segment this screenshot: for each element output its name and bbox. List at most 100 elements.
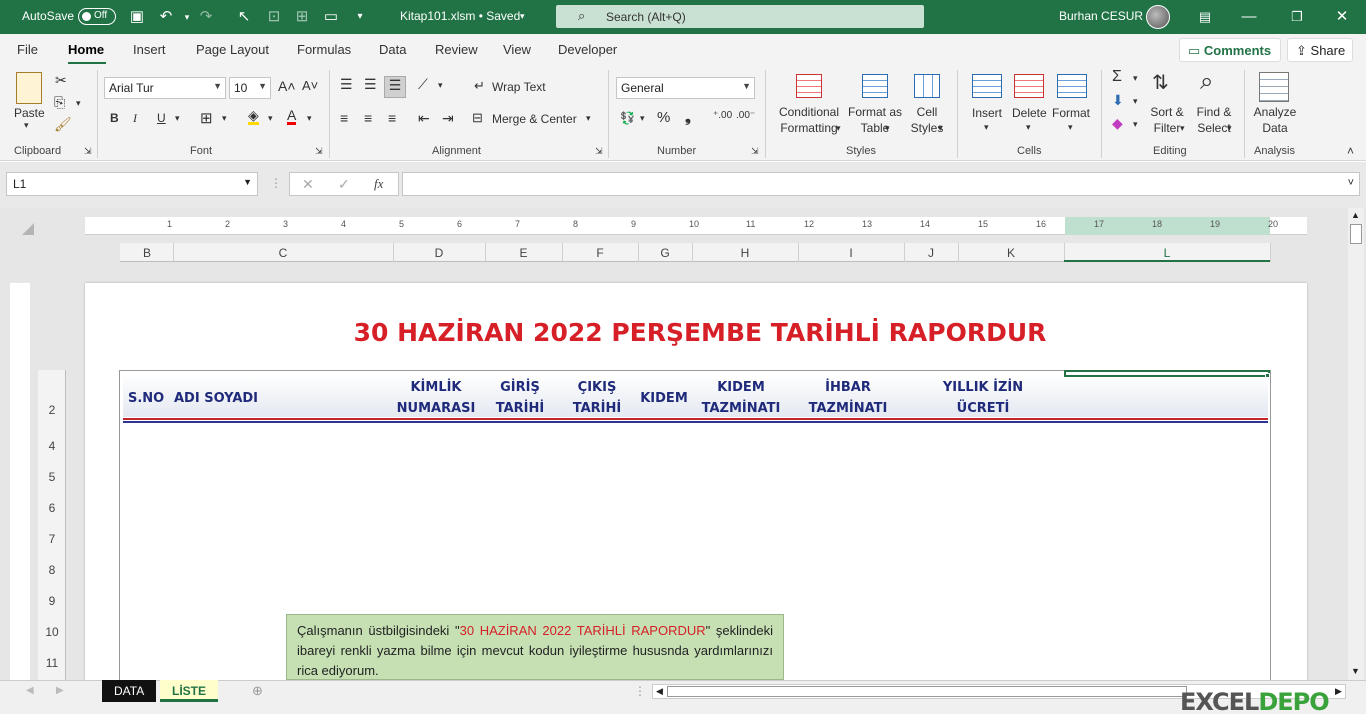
analyze-data-icon[interactable] [1259,72,1289,102]
clear-dropdown-icon[interactable]: ▾ [1133,119,1138,130]
insert-dropdown-icon[interactable]: ▾ [984,122,989,133]
borders-dropdown-icon[interactable]: ▾ [222,113,227,124]
merge-center-button[interactable]: Merge & Center [492,112,577,126]
row-header[interactable]: 4 [38,439,66,453]
search-box[interactable]: ⌕ Search (Alt+Q) [556,5,924,28]
align-right-icon[interactable]: ≡ [388,110,396,126]
close-icon[interactable]: ✕ [1333,8,1351,26]
sheet-tab-data[interactable]: DATA [102,680,157,702]
format-as-table-icon[interactable] [862,74,888,98]
column-header[interactable]: B [121,246,173,260]
tab-data[interactable]: Data [379,42,406,57]
paste-label[interactable]: Paste [14,106,45,120]
conditional-formatting-icon[interactable] [796,74,822,98]
font-launcher-icon[interactable]: ⇲ [315,146,323,157]
italic-button[interactable]: I [133,111,137,126]
clear-icon[interactable]: ◆ [1112,115,1123,132]
clipboard-launcher-icon[interactable]: ⇲ [84,146,92,157]
paste-icon[interactable] [16,72,42,104]
delete-cells-icon[interactable] [1014,74,1044,98]
select-all-icon[interactable] [22,223,34,235]
tab-developer[interactable]: Developer [558,42,617,57]
accounting-format-icon[interactable]: 💱 [620,111,635,125]
format-cells-icon[interactable] [1057,74,1087,98]
expand-formula-icon[interactable]: ˅ [1348,177,1354,189]
header-id-number[interactable]: KİMLİK NUMARASI [393,377,479,419]
row-header[interactable]: 5 [38,470,66,484]
confirm-entry-icon[interactable]: ✓ [338,176,350,193]
name-box[interactable]: L1 ▼ [6,172,258,196]
percent-icon[interactable]: % [657,109,670,126]
column-separator[interactable] [1270,243,1271,262]
tab-page-layout[interactable]: Page Layout [196,42,269,57]
horizontal-scroll-thumb[interactable] [667,686,1187,697]
column-header[interactable]: C [173,246,393,260]
accounting-dropdown-icon[interactable]: ▾ [640,113,645,124]
minimize-icon[interactable]: — [1240,8,1258,26]
save-icon[interactable]: ▣ [128,8,146,26]
new-sheet-icon[interactable]: ⊕ [252,683,263,699]
alignment-launcher-icon[interactable]: ⇲ [595,146,603,157]
copy-icon[interactable]: ⎘ [54,94,65,111]
restore-icon[interactable]: ❐ [1288,8,1306,26]
underline-button[interactable]: U [157,111,166,125]
next-sheet-icon[interactable]: ▶ [56,685,64,696]
group-icon[interactable]: ⊡ [265,8,283,26]
cancel-entry-icon[interactable]: ✕ [302,176,314,193]
row-header[interactable]: 8 [38,563,66,577]
align-center-icon[interactable]: ≡ [364,110,372,126]
column-header[interactable]: F [562,246,638,260]
delete-dropdown-icon[interactable]: ▾ [1026,122,1031,133]
vertical-scrollbar[interactable]: ▲ ▼ [1348,208,1364,680]
autosum-dropdown-icon[interactable]: ▾ [1133,73,1138,84]
vertical-scroll-thumb[interactable] [1350,224,1362,244]
find-select-icon[interactable]: ⌕ [1200,68,1213,96]
fill-dropdown-icon[interactable]: ▾ [1133,96,1138,107]
file-name[interactable]: Kitap101.xlsm • Saved [400,9,520,23]
decrease-decimal-icon[interactable]: .00⁻ [736,110,755,121]
number-format-select[interactable]: General ▼ [616,77,755,99]
column-header[interactable]: K [958,246,1064,260]
sort-dropdown-icon[interactable]: ▾ [1180,123,1185,134]
scroll-right-icon[interactable]: ▶ [1335,686,1342,697]
font-size-select[interactable]: 10 ▼ [229,77,271,99]
user-name[interactable]: Burhan CESUR [1059,9,1143,23]
analyze-data-button[interactable]: Analyze Data [1250,104,1300,136]
column-header[interactable]: E [485,246,562,260]
header-start-date[interactable]: GİRİŞ TARİHİ [489,377,551,419]
filename-dropdown-icon[interactable]: ▾ [520,11,525,22]
prev-sheet-icon[interactable]: ◀ [26,685,34,696]
question-note-shape[interactable]: Çalışmanın üstbilgisindeki "30 HAZİRAN 2… [286,614,784,680]
increase-indent-icon[interactable]: ⇥ [442,110,454,127]
column-header[interactable]: I [798,246,904,260]
font-name-select[interactable]: Arial Tur ▼ [104,77,226,99]
fill-icon[interactable]: ⬇ [1112,92,1124,109]
tab-review[interactable]: Review [435,42,478,57]
insert-cells-button[interactable]: Insert [972,106,1002,120]
merge-dropdown-icon[interactable]: ▾ [586,113,591,124]
decrease-font-icon[interactable]: A˅ [302,78,318,93]
paste-dropdown-icon[interactable]: ▾ [24,120,29,131]
formula-input[interactable]: ˅ [402,172,1360,196]
collapse-ribbon-icon[interactable]: ˄ [1347,144,1354,158]
sheet-tab-liste[interactable]: LİSTE [160,680,219,702]
ungroup-icon[interactable]: ⊞ [293,8,311,26]
format-painter-icon[interactable]: 🖌 [54,116,72,133]
column-header[interactable]: D [393,246,485,260]
align-left-icon[interactable]: ≡ [340,110,348,126]
orientation-dropdown-icon[interactable]: ▾ [438,80,443,91]
font-color-dropdown-icon[interactable]: ▾ [307,113,312,124]
format-table-dropdown-icon[interactable]: ▾ [885,123,890,134]
column-header[interactable]: L [1064,246,1270,260]
insert-cells-icon[interactable] [972,74,1002,98]
fill-handle[interactable] [1265,373,1270,378]
row-header[interactable]: 2 [38,403,66,417]
tab-home[interactable]: Home [68,42,104,57]
share-button[interactable]: ⇪ Share [1287,38,1353,62]
row-header[interactable]: 7 [38,532,66,546]
header-sno[interactable]: S.NO [128,388,164,409]
increase-decimal-icon[interactable]: ⁺.00 [713,110,732,121]
header-seniority[interactable]: KIDEM [639,388,689,409]
header-end-date[interactable]: ÇIKIŞ TARİHİ [566,377,628,419]
cell-styles-icon[interactable] [914,74,940,98]
